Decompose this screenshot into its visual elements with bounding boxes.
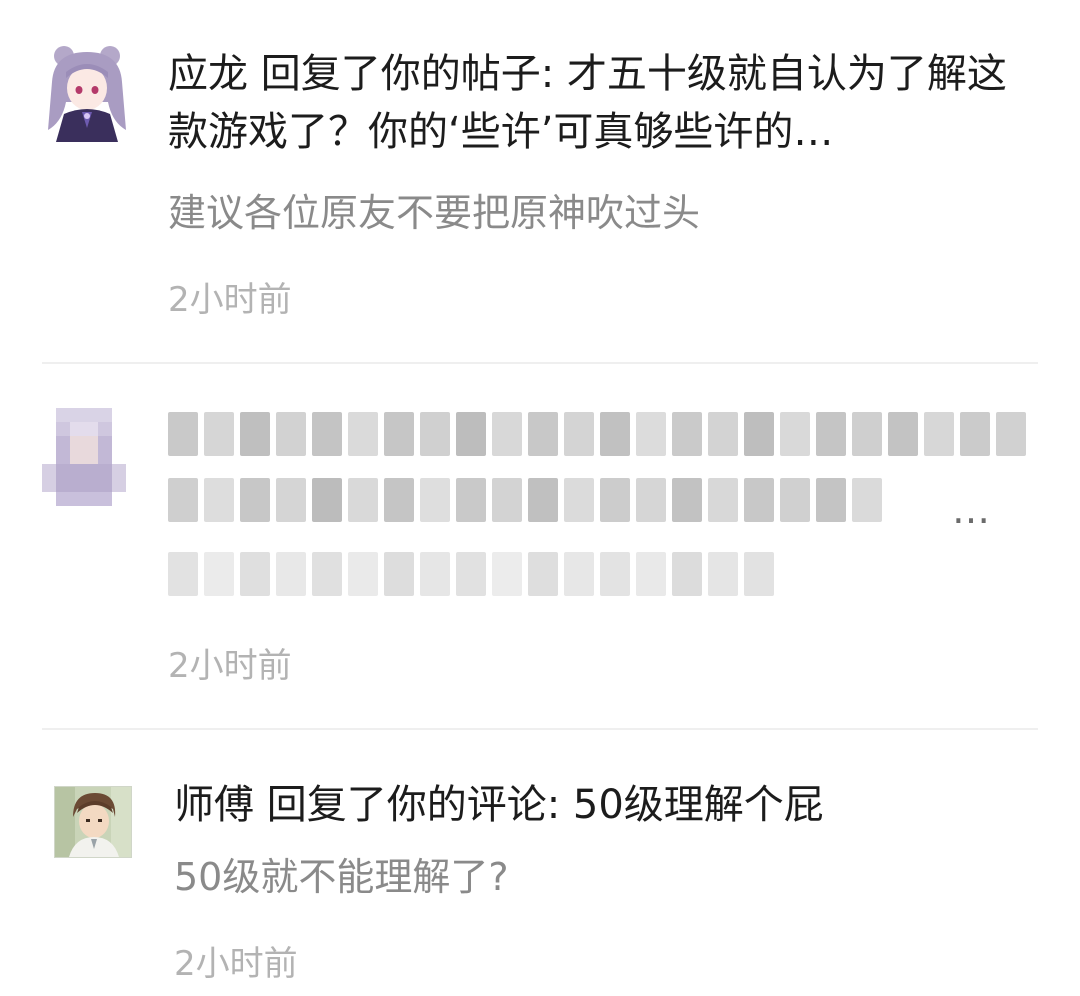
notification-item[interactable]: … 2小时前 [0, 364, 1080, 728]
notification-preview: 建议各位原友不要把原神吹过头 [168, 191, 701, 235]
notification-timestamp: 2小时前 [174, 944, 298, 984]
censored-preview-line [168, 552, 774, 596]
notification-title: 应龙 回复了你的帖子: 才五十级就自认为了解这款游戏了？你的‘些许’可真够些许的… [168, 51, 1007, 155]
censored-text-line [168, 478, 882, 522]
notification-timestamp: 2小时前 [168, 646, 292, 686]
notification-title: 师傅 回复了你的评论: 50级理解个屁 [174, 782, 824, 828]
censored-text-line [168, 412, 1026, 456]
pixelated-avatar-icon[interactable] [42, 408, 126, 518]
notification-preview: 50级就不能理解了? [174, 855, 509, 899]
notification-item[interactable]: 应龙 回复了你的帖子: 才五十级就自认为了解这款游戏了？你的‘些许’可真够些许的… [0, 0, 1080, 362]
notification-timestamp: 2小时前 [168, 280, 292, 320]
anime-boy-avatar-icon[interactable] [54, 786, 132, 858]
notification-item[interactable]: 师傅 回复了你的评论: 50级理解个屁 50级就不能理解了? 2小时前 [0, 730, 1080, 996]
notification-title: … [952, 490, 990, 530]
character-avatar-icon[interactable] [42, 42, 132, 142]
